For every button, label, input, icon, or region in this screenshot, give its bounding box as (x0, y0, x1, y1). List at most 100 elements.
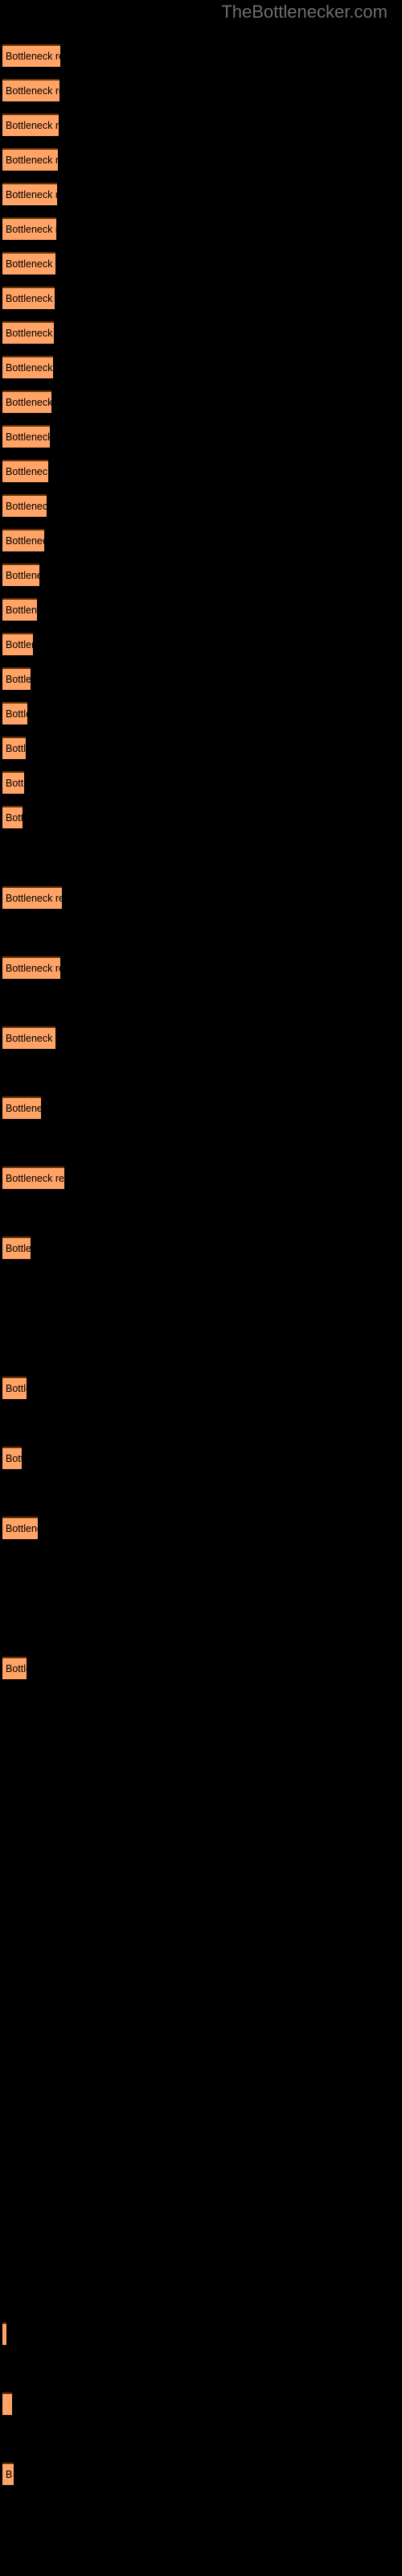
bar-bottleneck-result[interactable]: Bottleneck result (2, 667, 31, 690)
bar-label: B (6, 2469, 13, 2480)
bar-row: Bottleneck result (0, 217, 402, 240)
bar-bottleneck-result[interactable]: Bottleneck result (2, 702, 27, 724)
bar-bottleneck-result[interactable]: Bottleneck result (2, 806, 23, 828)
bar-label: Bottleneck result (6, 1383, 27, 1394)
bar-bottleneck-result[interactable]: Bottleneck result (2, 1166, 64, 1189)
bar-bottleneck-result[interactable]: Bottleneck result (2, 425, 50, 448)
bar-bottleneck-result[interactable]: Bottleneck result (2, 737, 26, 759)
bar-bottleneck-result[interactable]: Bottleneck result (2, 1657, 27, 1679)
bar-bottleneck-result[interactable]: Bottleneck result (2, 114, 59, 136)
bar-row: Bottleneck result (0, 886, 402, 909)
bar-row: Bottleneck result (0, 390, 402, 413)
bar-row: Bottleneck result (0, 356, 402, 378)
bar-label: Bottleneck result (6, 674, 31, 685)
bar-label: Bottleneck result (6, 1523, 38, 1534)
bar-row: Bottleneck result (0, 79, 402, 101)
bar-bottleneck-result[interactable]: Bottleneck result (2, 494, 47, 517)
bar-row: Bottleneck result (0, 1166, 402, 1189)
bar-row: Bottleneck result (0, 1096, 402, 1119)
bar-bottleneck-result[interactable]: Bottleneck result (2, 1096, 41, 1119)
bar-row: Bottleneck result (0, 425, 402, 448)
bar-bottleneck-result[interactable]: Bottleneck result (2, 1236, 31, 1259)
bar-row: Bottleneck result (0, 287, 402, 309)
bar-label: Bottleneck result (6, 743, 26, 754)
chart-plot-area: Bottleneck result Bottleneck result Bottle… (0, 0, 402, 2576)
bar-label: Bottleneck result (6, 293, 55, 304)
bar-row: Bottleneck result (0, 44, 402, 67)
bar-label: Bottleneck result (6, 1103, 41, 1114)
bar-label: Bottleneck result (6, 570, 39, 581)
bar-bottleneck-result[interactable]: Bottleneck result (2, 1026, 55, 1049)
bar-label: Bottleneck result (6, 501, 47, 512)
bar-row: Bottleneck result (0, 806, 402, 828)
bar-bottleneck-result[interactable]: Bottleneck result (2, 1377, 27, 1399)
bar-label: Bottleneck result (6, 466, 48, 477)
bar-label: Bottleneck result (6, 778, 24, 789)
bar-bottleneck-result[interactable]: Bottleneck result (2, 564, 39, 586)
bar-row: Bottleneck result (0, 1447, 402, 1469)
bar-row: Bottleneck result (0, 183, 402, 205)
bar-label: Bottleneck result (6, 258, 55, 270)
bar-label: Bottleneck result (6, 812, 23, 824)
bar-label: Bottleneck result (6, 893, 62, 904)
bar-row: Bottleneck result (0, 1517, 402, 1539)
bar-row: Bottleneck result (0, 633, 402, 655)
bar-label: Bottleneck result (6, 1173, 64, 1184)
bar-label: Bottleneck result (6, 328, 54, 339)
bar-row: B (0, 2462, 402, 2485)
bar-bottleneck-result[interactable]: Bottleneck result (2, 633, 33, 655)
bar-label: Bottleneck result (6, 1663, 27, 1674)
bar-bottleneck-result[interactable]: Bottleneck result (2, 356, 53, 378)
bar-bottleneck-result[interactable]: Bottleneck result (2, 529, 44, 551)
bar-label: Bottleneck result (6, 605, 37, 616)
bar-label: Bottleneck result (6, 120, 59, 131)
bar-label: Bottleneck result (6, 362, 53, 374)
bar-bottleneck-result[interactable]: Bottleneck result (2, 598, 37, 621)
bar-row: Bottleneck result (0, 1026, 402, 1049)
bar-label: Bottleneck result (6, 397, 51, 408)
bar-label: Bottleneck result (6, 535, 44, 547)
bar-label: Bottleneck result (6, 708, 27, 720)
bar-row: Bottleneck result (0, 529, 402, 551)
bar-row: Bottleneck result (0, 114, 402, 136)
bar-row: Bottleneck result (0, 564, 402, 586)
bar-bottleneck-result[interactable] (2, 2322, 6, 2345)
bar-row: Bottleneck result (0, 771, 402, 794)
bar-bottleneck-result[interactable]: B (2, 2462, 14, 2485)
bar-row: Bottleneck result (0, 1377, 402, 1399)
bar-bottleneck-result[interactable]: Bottleneck result (2, 771, 24, 794)
bar-row: Bottleneck result (0, 702, 402, 724)
bar-row: Bottleneck result (0, 956, 402, 979)
bar-label: Bottleneck result (6, 224, 56, 235)
bar-bottleneck-result[interactable]: Bottleneck result (2, 79, 59, 101)
bar-label: Bottleneck result (6, 1453, 22, 1464)
bar-bottleneck-result[interactable]: Bottleneck result (2, 148, 58, 171)
bar-bottleneck-result[interactable]: Bottleneck result (2, 321, 54, 344)
bar-label: Bottleneck result (6, 51, 60, 62)
bar-row: Bottleneck result (0, 460, 402, 482)
bar-bottleneck-result[interactable]: Bottleneck result (2, 956, 60, 979)
bar-label: Bottleneck result (6, 639, 33, 650)
bar-row (0, 2392, 402, 2415)
bar-bottleneck-result[interactable]: Bottleneck result (2, 217, 56, 240)
bar-bottleneck-result[interactable]: Bottleneck result (2, 886, 62, 909)
bottleneck-chart-root: TheBottlenecker.com Bottleneck resultBot… (0, 0, 402, 2576)
bar-row: Bottleneck result (0, 667, 402, 690)
bar-row: Bottleneck result (0, 321, 402, 344)
bar-bottleneck-result[interactable]: Bottleneck result (2, 183, 57, 205)
bar-bottleneck-result[interactable]: Bottleneck result (2, 287, 55, 309)
bar-label: Bottleneck result (6, 1243, 31, 1254)
bar-bottleneck-result[interactable]: Bottleneck result (2, 44, 60, 67)
bar-bottleneck-result[interactable] (2, 2392, 12, 2415)
bar-bottleneck-result[interactable]: Bottleneck result (2, 1517, 38, 1539)
bar-bottleneck-result[interactable]: Bottleneck result (2, 390, 51, 413)
bar-label: Bottleneck result (6, 1033, 55, 1044)
bar-label: Bottleneck result (6, 155, 58, 166)
bar-bottleneck-result[interactable]: Bottleneck result (2, 1447, 22, 1469)
bar-bottleneck-result[interactable]: Bottleneck result (2, 252, 55, 275)
bar-label: Bottleneck result (6, 189, 57, 200)
bar-row: Bottleneck result (0, 494, 402, 517)
bar-bottleneck-result[interactable]: Bottleneck result (2, 460, 48, 482)
bar-label: Bottleneck result (6, 963, 60, 974)
bar-label: Bottleneck result (6, 431, 50, 443)
